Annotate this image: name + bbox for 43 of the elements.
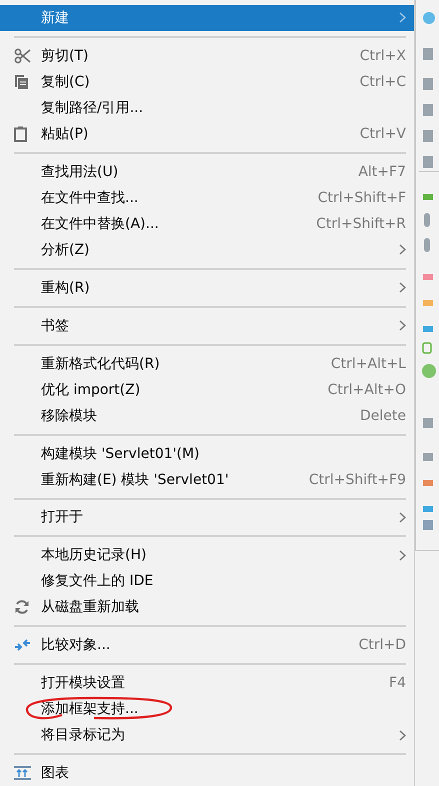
- menu-item[interactable]: 图表: [0, 760, 414, 786]
- shortcut-text: Ctrl+Alt+O: [328, 382, 406, 398]
- menu-item[interactable]: 重新构建(E) 模块 'Servlet01' Ctrl+Shift+F9: [0, 466, 414, 492]
- shortcut-text: Alt+F7: [358, 164, 406, 180]
- menu-item[interactable]: 本地历史记录(H): [0, 542, 414, 568]
- menu-item[interactable]: 查找用法(U) Alt+F7: [0, 158, 414, 185]
- compare-arrows-icon: [14, 637, 31, 654]
- menu-item[interactable]: 移除模块 Delete: [0, 402, 414, 429]
- menu-item[interactable]: 打开模块设置 F4: [0, 670, 414, 696]
- menu-item[interactable]: 在文件中查找... Ctrl+Shift+F: [0, 184, 414, 211]
- menu-item[interactable]: 重构(R): [0, 274, 414, 301]
- menu-item[interactable]: 新建: [0, 5, 414, 31]
- menu-item[interactable]: 重新格式化代码(R) Ctrl+Alt+L: [0, 350, 414, 377]
- shortcut-text: Ctrl+Shift+F: [318, 190, 406, 206]
- shortcut-text: Ctrl+Shift+R: [316, 216, 406, 232]
- menu-item[interactable]: 剪切(T) Ctrl+X: [0, 42, 414, 69]
- shortcut-text: Ctrl+C: [360, 74, 406, 90]
- shortcut-text: Ctrl+Shift+F9: [308, 472, 406, 488]
- menu-item[interactable]: 在文件中替换(A)... Ctrl+Shift+R: [0, 210, 414, 237]
- menu-item[interactable]: 书签: [0, 312, 414, 339]
- menu-item[interactable]: 分析(Z): [0, 236, 414, 263]
- shortcut-text: Ctrl+D: [358, 637, 406, 654]
- menu-item[interactable]: 比较对象... Ctrl+D: [0, 632, 414, 658]
- shortcut-text: F4: [389, 675, 406, 692]
- menu-item[interactable]: 添加框架支持...: [0, 696, 414, 722]
- shortcut-text: Ctrl+V: [360, 126, 406, 142]
- scissors-icon: [14, 48, 31, 64]
- menu-item[interactable]: 复制(C) Ctrl+C: [0, 68, 414, 95]
- menu-item[interactable]: 打开于: [0, 504, 414, 530]
- shortcut-text: Delete: [360, 408, 406, 424]
- shortcut-text: Ctrl+X: [360, 48, 406, 64]
- menu-item[interactable]: 将目录标记为: [0, 722, 414, 748]
- menu-item[interactable]: 从磁盘重新加载: [0, 594, 414, 620]
- copy-icon: [14, 74, 29, 90]
- menu-item[interactable]: 粘贴(P) Ctrl+V: [0, 120, 414, 147]
- clipboard-icon: [14, 126, 27, 142]
- shortcut-text: Ctrl+Alt+L: [330, 356, 406, 372]
- menu-item[interactable]: 构建模块 'Servlet01'(M): [0, 440, 414, 467]
- menu-item[interactable]: 修复文件上的 IDE: [0, 568, 414, 594]
- menu-item[interactable]: 优化 import(Z) Ctrl+Alt+O: [0, 376, 414, 403]
- refresh-icon: [14, 599, 30, 616]
- diagram-icon: [14, 766, 31, 780]
- menu-item[interactable]: 复制路径/引用...: [0, 94, 414, 121]
